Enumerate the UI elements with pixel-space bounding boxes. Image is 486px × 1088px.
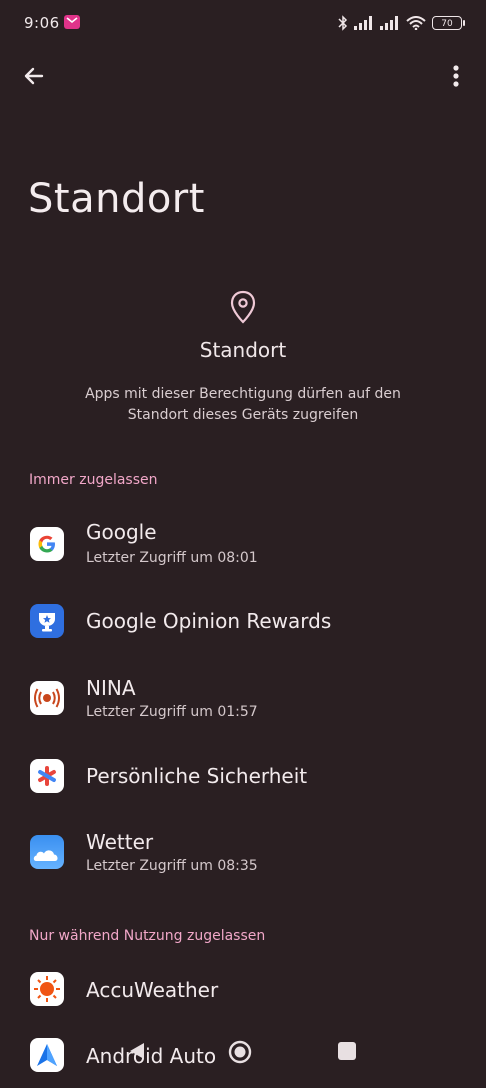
signal-icon [354, 16, 372, 30]
nina-icon [30, 681, 64, 715]
mail-icon [64, 15, 80, 29]
app-name: Google [86, 520, 157, 544]
app-row-nina[interactable]: NINA Letzter Zugriff um 01:57 [0, 666, 486, 732]
location-pin-icon [230, 290, 256, 324]
permission-title: Standort [199, 338, 287, 362]
google-opinion-rewards-icon [30, 604, 64, 638]
app-name: Wetter [86, 830, 154, 854]
nav-back-icon[interactable] [126, 1040, 148, 1062]
page-title: Standort [28, 176, 205, 222]
nav-home-icon[interactable] [228, 1040, 252, 1064]
section-header-while-in-use: Nur während Nutzung zugelassen [29, 928, 266, 944]
bluetooth-icon [338, 15, 348, 31]
app-last-access: Letzter Zugriff um 08:35 [86, 858, 258, 874]
app-last-access: Letzter Zugriff um 08:01 [86, 550, 258, 566]
battery-level: 70 [441, 19, 453, 29]
nav-recents-icon[interactable] [338, 1042, 356, 1060]
wifi-icon [406, 16, 426, 30]
more-options-button[interactable] [440, 60, 472, 92]
app-name: Persönliche Sicherheit [86, 764, 308, 788]
app-name: NINA [86, 676, 136, 700]
app-row-google-opinion-rewards[interactable]: Google Opinion Rewards [0, 588, 486, 654]
section-header-always-allowed: Immer zugelassen [29, 472, 158, 488]
permission-description: Apps mit dieser Berechtigung dürfen auf … [85, 386, 401, 423]
app-name: AccuWeather [86, 978, 219, 1002]
personal-safety-icon [30, 759, 64, 793]
app-row-google[interactable]: Google Letzter Zugriff um 08:01 [0, 512, 486, 578]
app-row-accuweather[interactable]: AccuWeather [0, 956, 486, 1022]
app-name: Google Opinion Rewards [86, 609, 332, 633]
signal-icon [380, 16, 398, 30]
google-icon [30, 527, 64, 561]
status-time: 9:06 [24, 14, 60, 32]
app-row-persoenliche-sicherheit[interactable]: Persönliche Sicherheit [0, 742, 486, 808]
weather-icon [30, 835, 64, 869]
system-navigation-bar [0, 1030, 486, 1076]
status-bar: 9:06 70 [0, 0, 486, 46]
app-row-wetter[interactable]: Wetter Letzter Zugriff um 08:35 [0, 820, 486, 886]
back-button[interactable] [18, 60, 50, 92]
arrow-left-icon [24, 67, 44, 85]
battery-icon: 70 [432, 16, 465, 30]
accuweather-icon [30, 972, 64, 1006]
app-last-access: Letzter Zugriff um 01:57 [86, 704, 258, 720]
top-app-bar [0, 50, 486, 100]
more-vertical-icon [453, 65, 459, 87]
